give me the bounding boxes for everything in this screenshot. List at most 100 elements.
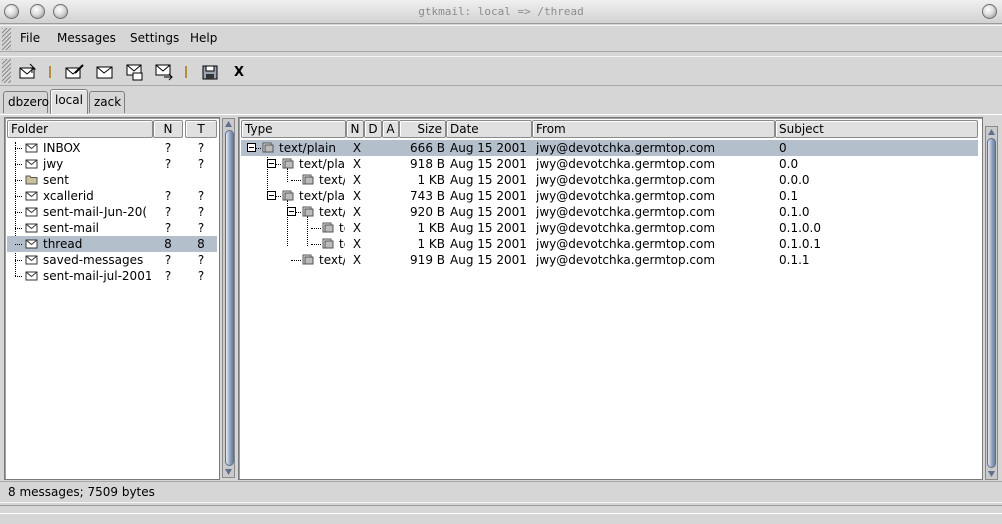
tree-line [15, 260, 22, 261]
message-date: Aug 15 2001 [450, 157, 527, 171]
folder-row[interactable]: jwy?? [7, 156, 217, 172]
column-header-subject[interactable]: Subject [775, 120, 978, 138]
message-from: jwy@devotchka.germtop.com [536, 157, 716, 171]
tree-line [291, 180, 301, 181]
tab-dbzero[interactable]: dbzero [3, 91, 49, 113]
thread-collapse-icon[interactable] [247, 143, 256, 152]
mailbox-icon [25, 271, 38, 281]
message-row[interactable]: text/plair X 918 B Aug 15 2001 jwy@devotchka… [241, 156, 978, 172]
thread-collapse-icon[interactable] [267, 159, 276, 168]
message-subject: 0.1.0.0 [779, 221, 821, 235]
message-icon [302, 174, 314, 185]
mailbox-icon [25, 207, 38, 217]
folder-scroll-thumb[interactable] [225, 130, 234, 466]
message-row[interactable]: te X 1 KB Aug 15 2001 jwy@devotchka.germtop.… [241, 220, 978, 236]
column-header-type[interactable]: Type [241, 120, 346, 138]
tab-baseline [0, 114, 1002, 115]
tree-line [311, 228, 321, 229]
column-header-size[interactable]: Size [399, 120, 446, 138]
scroll-up-icon[interactable] [224, 120, 233, 128]
folder-scrollbar[interactable] [222, 118, 235, 478]
delete-button[interactable]: X [227, 61, 251, 83]
menu-settings[interactable]: Settings [130, 31, 179, 45]
message-new-flag: X [352, 205, 362, 219]
message-scrollbar[interactable] [985, 126, 998, 480]
message-row[interactable]: text/plain X 666 B Aug 15 2001 jwy@devotchka… [241, 140, 978, 156]
column-header-t[interactable]: T [185, 120, 217, 138]
menu-file[interactable]: File [20, 31, 40, 45]
scroll-down-icon[interactable] [224, 468, 233, 476]
message-row[interactable]: text/p X 1 KB Aug 15 2001 jwy@devotchka.germ… [241, 172, 978, 188]
forward-button[interactable] [152, 61, 176, 83]
tree-line [15, 148, 22, 149]
check-mail-button[interactable] [16, 61, 40, 83]
thread-collapse-icon[interactable] [287, 207, 296, 216]
thread-collapse-icon[interactable] [267, 191, 276, 200]
folder-row[interactable]: sent [7, 172, 217, 188]
reply-all-button[interactable] [122, 61, 146, 83]
message-row[interactable]: text/plair X 743 B Aug 15 2001 jwy@devotchka… [241, 188, 978, 204]
save-button[interactable] [198, 61, 222, 83]
folder-row[interactable]: sent-mail?? [7, 220, 217, 236]
compose-button[interactable] [62, 61, 86, 83]
folder-row[interactable]: xcallerid?? [7, 188, 217, 204]
message-date: Aug 15 2001 [450, 253, 527, 267]
column-header-date[interactable]: Date [446, 120, 532, 138]
message-type: text/plain [279, 141, 336, 155]
message-subject: 0.1.0.1 [779, 237, 821, 251]
toolbar-handle[interactable] [2, 59, 11, 83]
message-row[interactable]: text/p X 920 B Aug 15 2001 jwy@devotchka.ger… [241, 204, 978, 220]
folder-name: sent [43, 173, 69, 187]
message-date: Aug 15 2001 [450, 189, 527, 203]
column-header-folder[interactable]: Folder [7, 120, 153, 138]
forward-icon [155, 64, 173, 81]
column-header-n[interactable]: N [346, 120, 364, 138]
message-new-flag: X [352, 221, 362, 235]
message-subject: 0 [779, 141, 787, 155]
folder-row[interactable]: sent-mail-jul-2001?? [7, 268, 217, 284]
tree-line [15, 244, 22, 245]
folder-name: INBOX [43, 141, 81, 155]
shade-button[interactable] [982, 4, 997, 19]
message-date: Aug 15 2001 [450, 173, 527, 187]
title-bar: gtkmail: local => /thread [0, 0, 1002, 24]
pane-divider[interactable] [221, 116, 235, 481]
folder-row[interactable]: thread 8 8 [7, 236, 217, 252]
column-header-a[interactable]: A [382, 120, 399, 138]
tab-local[interactable]: local [50, 89, 88, 115]
folder-total-count: ? [197, 221, 205, 235]
message-subject: 0.1.1 [779, 253, 810, 267]
folder-row[interactable]: saved-messages?? [7, 252, 217, 268]
folder-name: xcallerid [43, 189, 94, 203]
message-type: te [339, 237, 345, 251]
message-size: 918 B [410, 157, 445, 171]
message-subject: 0.1 [779, 189, 799, 203]
folder-pane: Folder N T INBOX?? jwy?? sent xcallerid?? se… [4, 117, 220, 480]
message-subject: 0.0 [779, 157, 799, 171]
folder-row[interactable]: sent-mail-Jun-20(?? [7, 204, 217, 220]
folder-new-count: ? [164, 253, 172, 267]
menu-help[interactable]: Help [190, 31, 217, 45]
message-type: te [339, 221, 345, 235]
message-scroll-thumb[interactable] [987, 138, 996, 468]
menu-messages[interactable]: Messages [57, 31, 116, 45]
column-header-d[interactable]: D [364, 120, 382, 138]
bottom-frame [0, 502, 1002, 524]
tree-line [15, 276, 22, 277]
tab-zack[interactable]: zack [89, 91, 125, 113]
folder-new-count: ? [164, 221, 172, 235]
scroll-down-icon[interactable] [987, 470, 996, 478]
folder-name: saved-messages [43, 253, 144, 267]
message-icon [302, 206, 314, 217]
folder-new-count: ? [164, 141, 172, 155]
folder-name: sent-mail-jul-2001 [43, 269, 151, 283]
column-header-from[interactable]: From [532, 120, 775, 138]
message-row[interactable]: te X 1 KB Aug 15 2001 jwy@devotchka.germtop.… [241, 236, 978, 252]
reply-button[interactable] [92, 61, 116, 83]
folder-row[interactable]: INBOX?? [7, 140, 217, 156]
mailbox-icon [25, 223, 38, 233]
message-row[interactable]: text/p X 919 B Aug 15 2001 jwy@devotchka.ger… [241, 252, 978, 268]
column-header-n[interactable]: N [153, 120, 183, 138]
scroll-up-icon[interactable] [987, 128, 996, 136]
menubar-handle[interactable] [2, 28, 11, 50]
